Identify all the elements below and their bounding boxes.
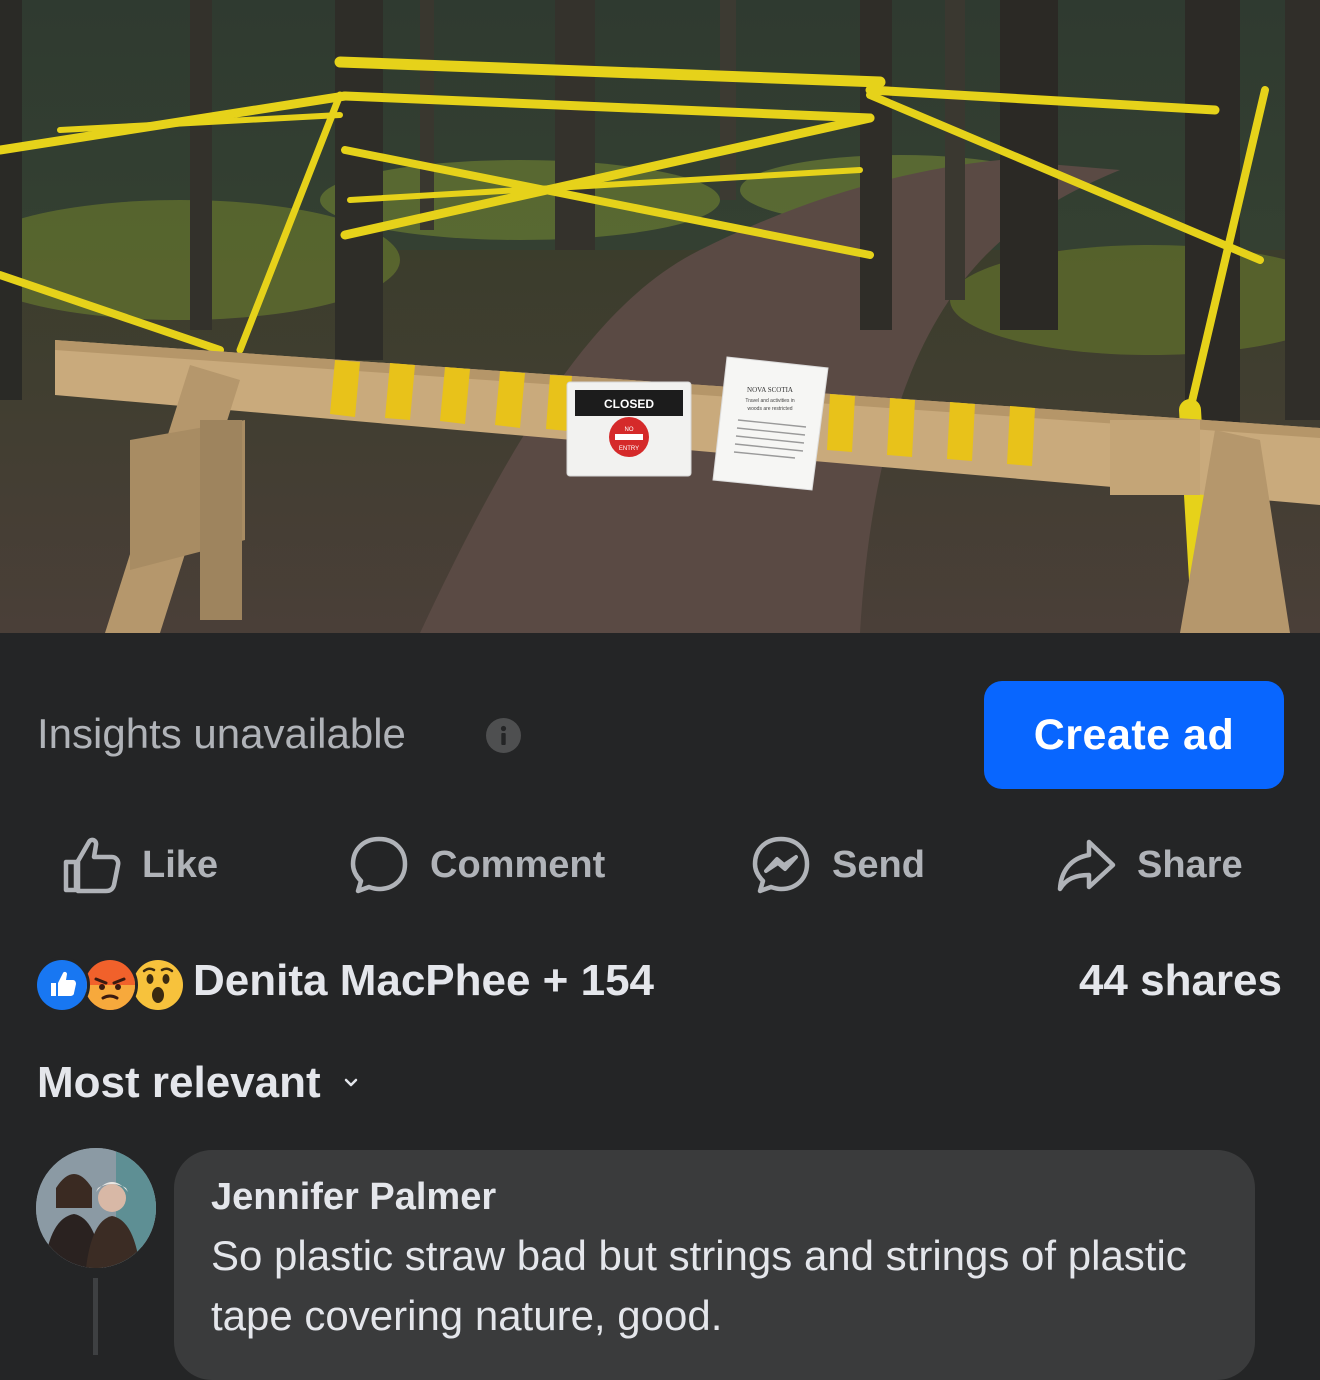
shares-count[interactable]: 44 shares [1079, 956, 1282, 1006]
insights-label: Insights unavailable [37, 710, 406, 757]
info-icon[interactable] [486, 718, 521, 753]
like-label: Like [142, 843, 219, 886]
insights-row: Insights unavailable Create ad [0, 680, 1320, 790]
send-button[interactable]: Send [750, 820, 925, 910]
comment-icon [350, 836, 408, 894]
share-button[interactable]: Share [1055, 820, 1243, 910]
comment-author[interactable]: Jennifer Palmer [211, 1176, 496, 1219]
share-arrow-icon [1057, 839, 1116, 892]
thumbs-up-icon [63, 837, 121, 894]
wow-reaction-icon[interactable] [130, 957, 186, 1013]
nova-scotia-sign-title: NOVA SCOTIA [747, 386, 793, 394]
chevron-down-icon [344, 1078, 357, 1087]
post-photo[interactable]: CLOSED NO ENTRY NOVA SCOTIA Travel and a… [0, 0, 1320, 633]
comments-sort-dropdown[interactable]: Most relevant [37, 1058, 359, 1108]
nova-scotia-sign-line2: woods are restricted [747, 406, 792, 412]
comment-bubble[interactable]: Jennifer Palmer So plastic straw bad but… [174, 1150, 1255, 1380]
send-label: Send [832, 843, 925, 886]
nova-scotia-sign-line1: Travel and activities in [745, 398, 794, 404]
trail-closure-image: CLOSED NO ENTRY NOVA SCOTIA Travel and a… [0, 0, 1320, 633]
comment-label: Comment [430, 843, 606, 886]
closed-sign-entry: ENTRY [619, 446, 639, 452]
comment-text: So plastic straw bad but strings and str… [211, 1232, 1187, 1339]
reactions-row: Denita MacPhee + 154 44 shares [0, 950, 1320, 1014]
comment-button[interactable]: Comment [348, 820, 605, 910]
reactions-summary[interactable]: Denita MacPhee + 154 [193, 956, 654, 1006]
comment-thread-line [93, 1278, 98, 1355]
comments-sort-label: Most relevant [37, 1058, 321, 1107]
like-button[interactable]: Like [60, 820, 218, 910]
closed-sign-no: NO [625, 427, 634, 433]
create-ad-button[interactable]: Create ad [984, 681, 1284, 789]
share-label: Share [1137, 843, 1243, 886]
closed-sign-header: CLOSED [604, 397, 654, 411]
post-actions: Like Comment Send Share [0, 820, 1320, 910]
avatar[interactable] [36, 1148, 156, 1268]
angry-reaction-icon[interactable] [82, 957, 138, 1013]
like-reaction-icon[interactable] [34, 957, 90, 1013]
messenger-icon [752, 836, 810, 894]
